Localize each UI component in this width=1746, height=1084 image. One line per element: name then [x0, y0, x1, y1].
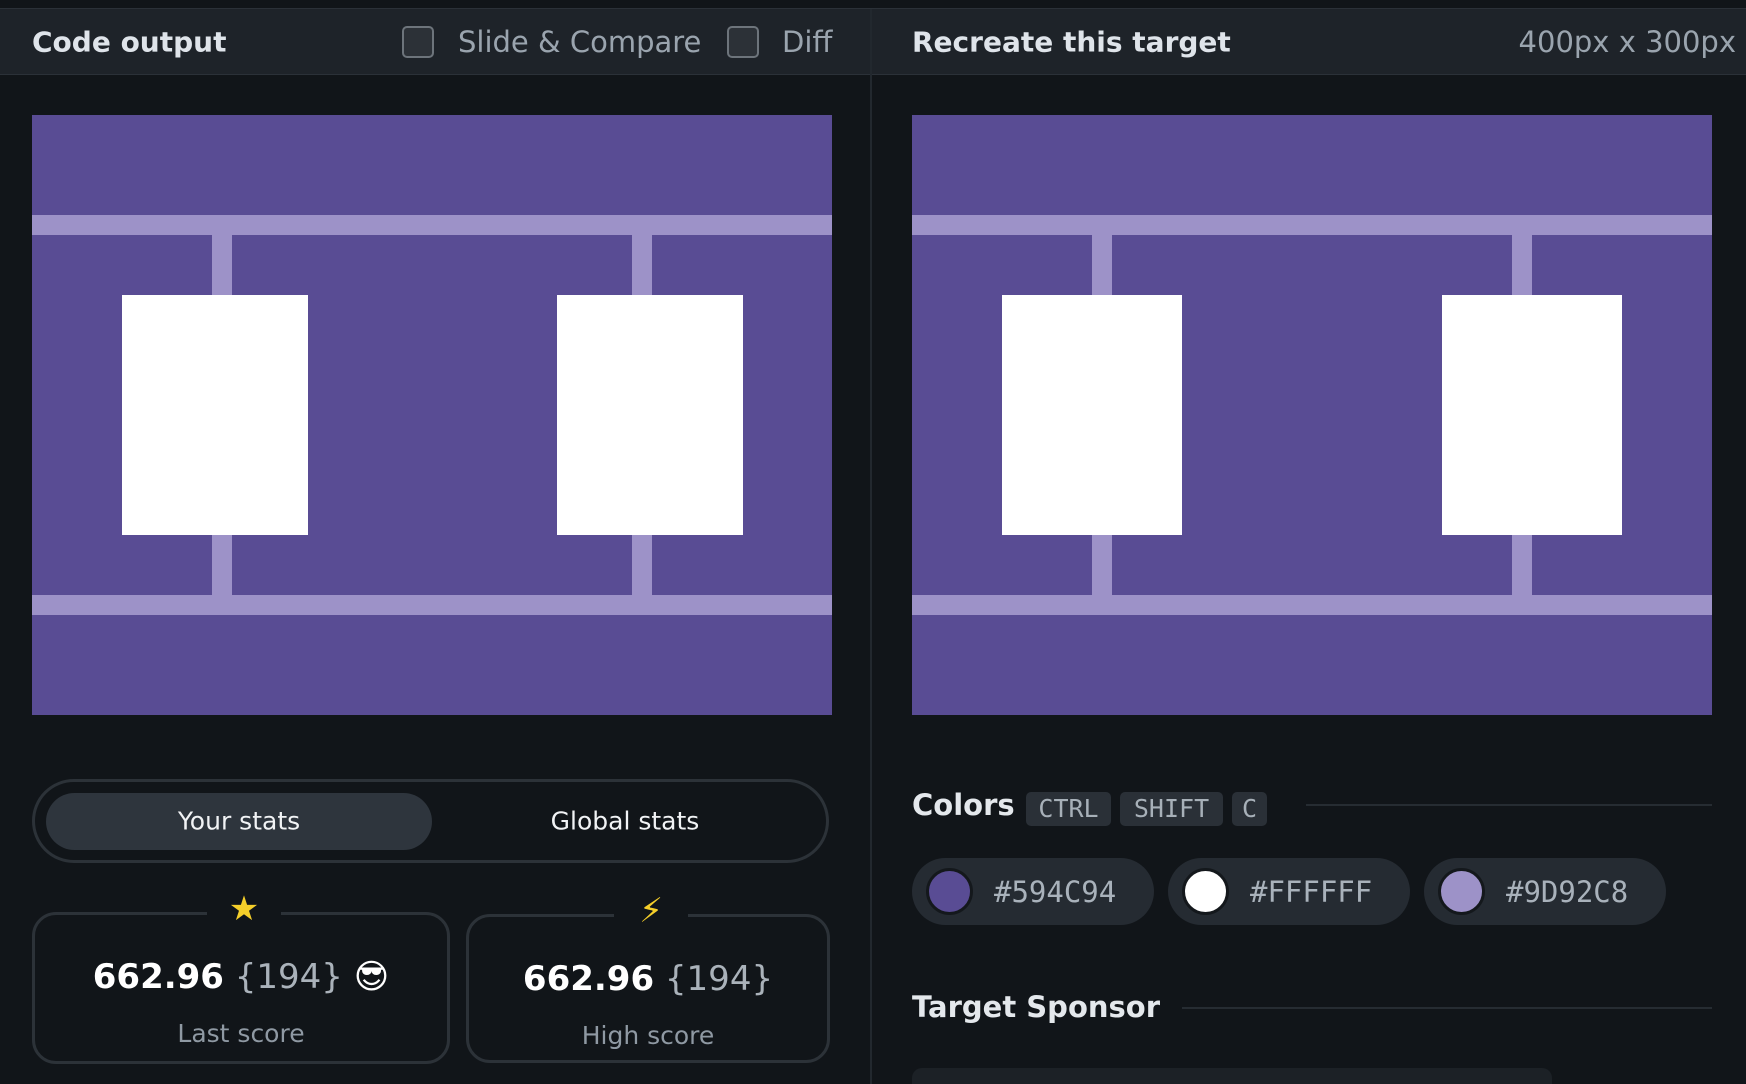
swatch-icon — [1438, 868, 1485, 915]
kbd-ctrl: CTRL — [1026, 792, 1111, 826]
last-score-label: Last score — [177, 1019, 305, 1048]
top-rail — [912, 215, 1712, 235]
kbd-shift: SHIFT — [1120, 792, 1223, 826]
color-hex: #594C94 — [994, 874, 1117, 909]
swatch-icon — [1182, 868, 1229, 915]
swatch-icon — [926, 868, 973, 915]
diff-label[interactable]: Diff — [782, 25, 832, 59]
left-white-box — [1002, 295, 1182, 535]
high-score-number: 662.96 — [522, 959, 655, 999]
bottom-rail — [32, 595, 832, 615]
last-score-card: ★ 662.96 {194} 😎 Last score — [32, 889, 450, 1064]
target-header: Recreate this target 400px x 300px — [872, 9, 1746, 75]
high-score-count: {194} — [664, 959, 774, 999]
target-title: Recreate this target — [912, 25, 1231, 58]
last-score-value: 662.96 {194} 😎 — [35, 957, 447, 997]
star-icon: ★ — [228, 889, 260, 929]
high-score-label: High score — [581, 1021, 715, 1050]
right-white-box — [557, 295, 743, 535]
bottom-rail — [912, 595, 1712, 615]
last-score-number: 662.96 — [92, 957, 224, 997]
target-dimensions: 400px x 300px — [1518, 24, 1736, 59]
slide-compare-checkbox[interactable] — [402, 25, 434, 58]
diff-checkbox[interactable] — [727, 25, 759, 58]
color-chip-lavender[interactable]: #9D92C8 — [1424, 858, 1666, 925]
colors-divider — [1306, 804, 1712, 806]
top-border — [0, 0, 1746, 9]
high-score-card: ⚡ 662.96 {194} High score — [466, 891, 830, 1063]
target-sponsor-title: Target Sponsor — [912, 990, 1161, 1024]
panel-divider — [870, 9, 872, 1084]
high-score-value: 662.96 {194} — [469, 959, 827, 999]
kbd-c: C — [1232, 792, 1267, 826]
code-output-canvas[interactable] — [32, 115, 832, 715]
slide-compare-label[interactable]: Slide & Compare — [458, 25, 701, 59]
code-output-header: Code output Slide & Compare Diff — [0, 9, 870, 75]
color-hex: #FFFFFF — [1250, 874, 1373, 909]
last-score-count: {194} — [234, 957, 343, 997]
sunglasses-emoji-icon: 😎 — [353, 957, 390, 997]
tab-your-stats[interactable]: Your stats — [178, 807, 300, 836]
colors-title: Colors — [912, 788, 1015, 822]
stats-toggle: Your stats Global stats — [32, 779, 829, 863]
sponsor-divider — [1182, 1007, 1712, 1009]
tab-global-stats[interactable]: Global stats — [551, 807, 700, 836]
code-output-title: Code output — [32, 25, 227, 58]
color-hex: #9D92C8 — [1506, 874, 1629, 909]
color-chip-purple[interactable]: #594C94 — [912, 858, 1154, 925]
sponsor-card[interactable] — [912, 1068, 1552, 1084]
right-white-box — [1442, 295, 1622, 535]
top-rail — [32, 215, 832, 235]
lightning-icon: ⚡ — [639, 891, 663, 931]
target-canvas — [912, 115, 1712, 715]
color-chip-white[interactable]: #FFFFFF — [1168, 858, 1410, 925]
left-white-box — [122, 295, 308, 535]
